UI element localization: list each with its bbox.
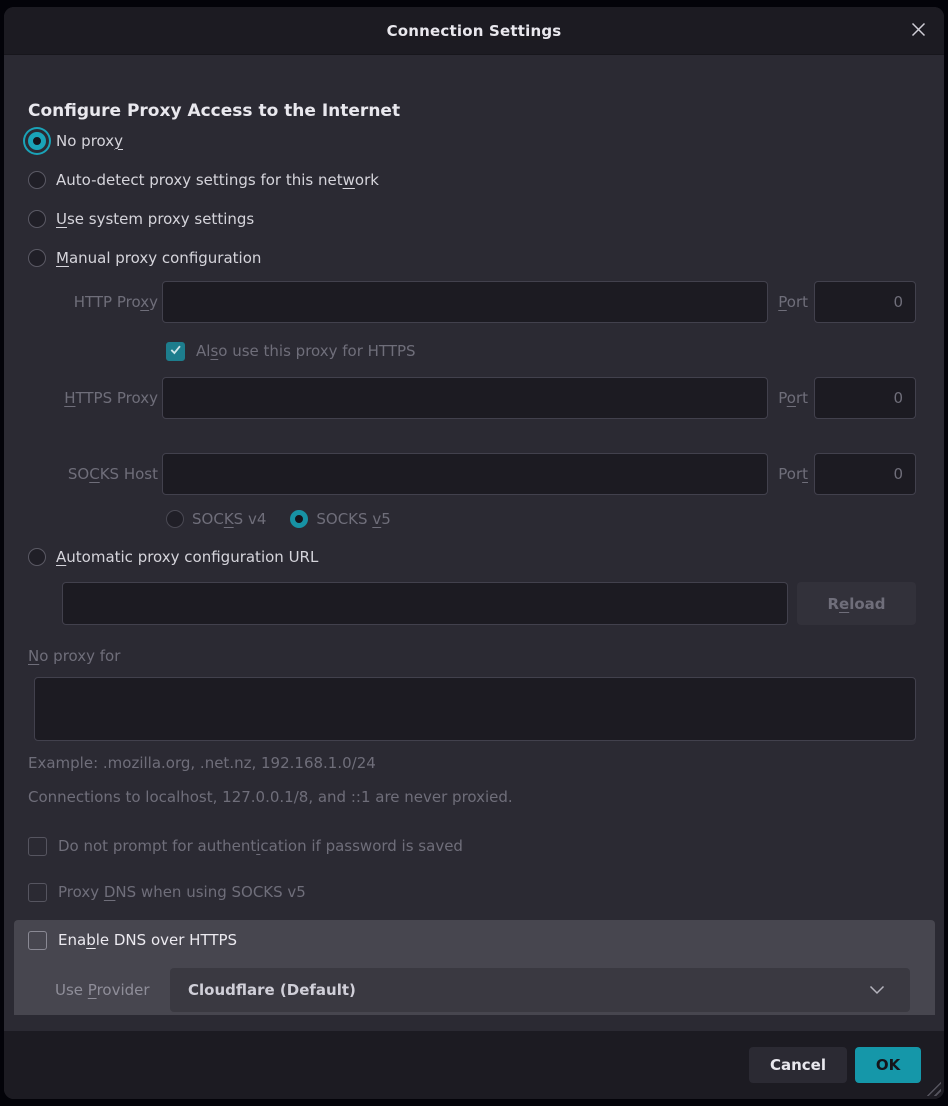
- socks-v4-label: SOCKS v4: [192, 510, 266, 528]
- dialog-title: Connection Settings: [387, 22, 562, 40]
- example-help-text: Example: .mozilla.org, .net.nz, 192.168.…: [28, 753, 944, 772]
- proxy-dns-row: Proxy DNS when using SOCKS v5: [28, 882, 916, 902]
- also-https-checkbox[interactable]: [166, 342, 185, 361]
- proxy-dns-label: Proxy DNS when using SOCKS v5: [58, 883, 306, 901]
- checkmark-icon: [169, 342, 182, 360]
- no-proxy-label: No proxy: [56, 132, 123, 150]
- http-port-label: Port: [778, 293, 808, 311]
- chevron-down-icon: [868, 981, 886, 999]
- socks-port-label: Port: [778, 465, 808, 483]
- radio-row-auto-url: Automatic proxy configuration URL: [28, 542, 944, 572]
- no-proxy-for-textarea[interactable]: [34, 677, 916, 741]
- autodetect-proxy-label: Auto-detect proxy settings for this netw…: [56, 171, 379, 189]
- radio-row-no-proxy: No proxy: [28, 121, 944, 160]
- https-port-label: Port: [778, 389, 808, 407]
- system-proxy-radio[interactable]: [28, 210, 46, 228]
- https-port-input[interactable]: [814, 377, 916, 419]
- https-proxy-label: HTTPS Proxy: [28, 389, 162, 407]
- provider-row: Use Provider Cloudflare (Default): [28, 968, 935, 1012]
- dialog-titlebar: Connection Settings: [4, 7, 944, 55]
- no-auth-prompt-row: Do not prompt for authentication if pass…: [28, 836, 916, 856]
- auto-url-input-row: Reload: [62, 582, 916, 625]
- provider-dropdown[interactable]: Cloudflare (Default): [170, 968, 910, 1012]
- system-proxy-label: Use system proxy settings: [56, 210, 254, 228]
- socks-host-input[interactable]: [162, 453, 768, 495]
- dialog-footer: Cancel OK: [4, 1031, 944, 1099]
- enable-doh-row: Enable DNS over HTTPS: [28, 928, 935, 952]
- socks-port-input[interactable]: [814, 453, 916, 495]
- socks-v5-radio[interactable]: [290, 510, 308, 528]
- radio-row-autodetect: Auto-detect proxy settings for this netw…: [28, 160, 944, 199]
- auto-url-input[interactable]: [62, 582, 788, 625]
- reload-button[interactable]: Reload: [797, 582, 916, 625]
- no-proxy-radio[interactable]: [28, 132, 46, 150]
- no-auth-prompt-label: Do not prompt for authentication if pass…: [58, 837, 463, 855]
- https-proxy-row: HTTPS Proxy Port: [28, 377, 916, 419]
- no-proxy-for-label: No proxy for: [28, 646, 916, 666]
- auto-url-label: Automatic proxy configuration URL: [56, 548, 318, 566]
- socks-v4-radio[interactable]: [166, 510, 184, 528]
- enable-doh-checkbox[interactable]: [28, 931, 47, 950]
- resize-grip[interactable]: [922, 1077, 941, 1096]
- socks-version-row: SOCKS v4 SOCKS v5: [166, 508, 944, 530]
- socks-host-row: SOCKS Host Port: [28, 453, 916, 495]
- radio-row-system-proxy: Use system proxy settings: [28, 199, 944, 238]
- autodetect-proxy-radio[interactable]: [28, 171, 46, 189]
- http-proxy-label: HTTP Proxy: [28, 293, 162, 311]
- enable-doh-label: Enable DNS over HTTPS: [58, 931, 237, 949]
- manual-proxy-label: Manual proxy configuration: [56, 249, 261, 267]
- http-proxy-input[interactable]: [162, 281, 768, 323]
- page-title: Configure Proxy Access to the Internet: [28, 101, 916, 121]
- http-proxy-row: HTTP Proxy Port: [28, 281, 916, 323]
- proxy-dns-checkbox[interactable]: [28, 883, 47, 902]
- ok-button[interactable]: OK: [855, 1047, 921, 1083]
- socks-host-label: SOCKS Host: [28, 465, 162, 483]
- connection-settings-dialog: Connection Settings Configure Proxy Acce…: [4, 7, 944, 1099]
- dialog-content: Configure Proxy Access to the Internet N…: [4, 55, 944, 1031]
- use-provider-label: Use Provider: [28, 981, 170, 999]
- no-auth-prompt-checkbox[interactable]: [28, 837, 47, 856]
- http-port-input[interactable]: [814, 281, 916, 323]
- https-proxy-input[interactable]: [162, 377, 768, 419]
- socks-v5-label: SOCKS v5: [316, 510, 390, 528]
- radio-row-manual-proxy: Manual proxy configuration: [28, 238, 944, 277]
- localhost-help-text: Connections to localhost, 127.0.0.1/8, a…: [28, 787, 944, 806]
- dns-over-https-section: Enable DNS over HTTPS Use Provider Cloud…: [14, 920, 935, 1015]
- manual-proxy-radio[interactable]: [28, 249, 46, 267]
- provider-selected-value: Cloudflare (Default): [188, 981, 356, 999]
- cancel-button[interactable]: Cancel: [749, 1047, 847, 1083]
- auto-url-radio[interactable]: [28, 548, 46, 566]
- close-button[interactable]: [904, 17, 932, 45]
- also-https-row: Also use this proxy for HTTPS: [166, 340, 944, 362]
- close-icon: [909, 20, 928, 42]
- also-https-label: Also use this proxy for HTTPS: [196, 342, 416, 360]
